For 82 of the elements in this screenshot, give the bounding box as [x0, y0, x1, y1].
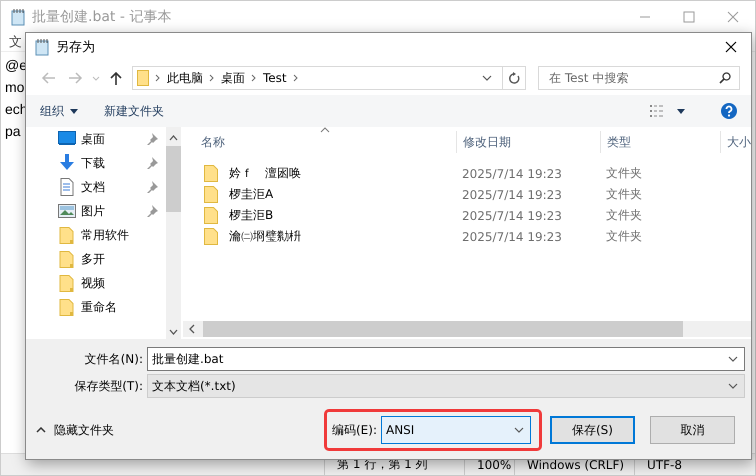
file-name-field[interactable]: 批量创建.bat	[147, 347, 745, 371]
notepad-icon	[34, 38, 50, 56]
table-cell-text: 文件夹	[605, 165, 643, 182]
chevron-icon	[292, 74, 299, 82]
field-label: 保存类型(T):	[73, 378, 144, 394]
column-header[interactable]: 类型	[600, 131, 720, 153]
dialog-title: 另存为	[56, 39, 95, 56]
table-cell-text: 文件夹	[605, 186, 643, 203]
encoding-dropdown[interactable]: ANSI	[381, 416, 531, 444]
window-title: 批量创建.bat - 记事本	[32, 8, 172, 26]
table-cell-text: 2025/7/14 19:23	[461, 166, 563, 182]
desktop-icon	[58, 130, 76, 148]
sidebar-item[interactable]: 常用软件	[81, 226, 129, 244]
table-cell-text: 2025/7/14 19:23	[461, 228, 563, 246]
file-name[interactable]: 妗ｆ 澶囦唤	[223, 163, 301, 184]
document-icon	[58, 178, 76, 196]
new-folder-button[interactable]: 新建文件夹	[98, 98, 170, 124]
chevron-up-icon	[36, 427, 46, 433]
view-options-icon[interactable]	[649, 104, 665, 118]
sidebar-item[interactable]: 文档	[81, 178, 105, 196]
chevron-down-icon	[728, 356, 738, 362]
notepad-icon	[10, 8, 26, 26]
caret-icon[interactable]	[677, 108, 685, 114]
folder-icon	[58, 250, 76, 268]
refresh-icon[interactable]	[508, 71, 520, 85]
chevron-icon	[155, 74, 161, 82]
search-icon	[719, 72, 731, 84]
column-header[interactable]: 大小	[720, 131, 751, 153]
field-label: 文件名(N):	[84, 350, 144, 368]
folder-icon	[137, 70, 149, 86]
sidebar-item[interactable]: 桌面	[81, 130, 105, 148]
sort-icon	[320, 127, 330, 133]
folder-icon	[204, 207, 218, 224]
sidebar-item[interactable]: 下载	[81, 154, 105, 172]
folder-icon	[204, 165, 218, 182]
folder-icon	[58, 274, 76, 292]
table-cell-text: 文件夹	[605, 228, 643, 245]
column-header[interactable]: 修改日期	[456, 131, 600, 153]
scroll-down-icon[interactable]	[169, 329, 178, 335]
maximize-icon[interactable]	[683, 11, 695, 23]
sidebar-item[interactable]: 重命名	[81, 298, 117, 316]
table-cell-text: 文件夹	[605, 207, 643, 224]
chevron-down-icon	[728, 383, 738, 389]
field-label: 编码(E):	[332, 422, 377, 438]
cancel-button[interactable]: 取消	[650, 416, 735, 444]
scrollbar[interactable]	[166, 127, 181, 339]
chevron-icon	[251, 74, 257, 82]
folder-icon	[204, 186, 218, 203]
breadcrumb-item[interactable]: Test	[263, 71, 287, 85]
search-field[interactable]: 在 Test 中搜索	[538, 66, 740, 90]
hide-folders-button[interactable]: 隐藏文件夹	[36, 422, 324, 438]
caret-icon	[70, 108, 78, 114]
folder-icon	[204, 228, 218, 245]
sidebar-item[interactable]: 图片	[81, 202, 105, 220]
sidebar-item[interactable]: 多开	[81, 250, 105, 268]
dropdown-icon[interactable]	[482, 75, 492, 81]
text-line: mo	[5, 78, 24, 97]
table-cell-text: 2025/7/14 19:23	[461, 208, 563, 224]
help-icon[interactable]	[721, 103, 737, 119]
text-line: pa	[5, 122, 21, 141]
table-cell-text: 2025/7/14 19:23	[461, 186, 563, 204]
save-button[interactable]: 保存(S)	[550, 416, 635, 444]
chevron-icon	[209, 74, 215, 82]
breadcrumb-item[interactable]: 桌面	[221, 70, 245, 86]
scroll-up-icon[interactable]	[169, 135, 178, 141]
picture-icon	[58, 202, 76, 220]
menu-item[interactable]: 文	[9, 33, 22, 51]
file-name[interactable]: 椤圭洰B	[223, 205, 274, 226]
file-name[interactable]: 瀹㈡埛璧勬枡	[223, 226, 301, 247]
file-type-dropdown[interactable]: 文本文档(*.txt)	[147, 374, 745, 398]
up-arrow-icon[interactable]	[110, 71, 122, 85]
folder-icon	[58, 298, 76, 316]
breadcrumb-item[interactable]: 此电脑	[167, 70, 203, 86]
folder-icon	[58, 226, 76, 244]
chevron-down-icon	[514, 427, 524, 433]
scrollbar[interactable]	[183, 321, 751, 337]
column-header[interactable]: 名称	[183, 131, 456, 153]
close-icon[interactable]	[725, 41, 737, 53]
download-icon	[58, 154, 76, 172]
organize-button[interactable]: 组织	[34, 98, 84, 124]
sidebar-item[interactable]: 视频	[81, 274, 105, 292]
file-name[interactable]: 椤圭洰A	[223, 184, 274, 205]
